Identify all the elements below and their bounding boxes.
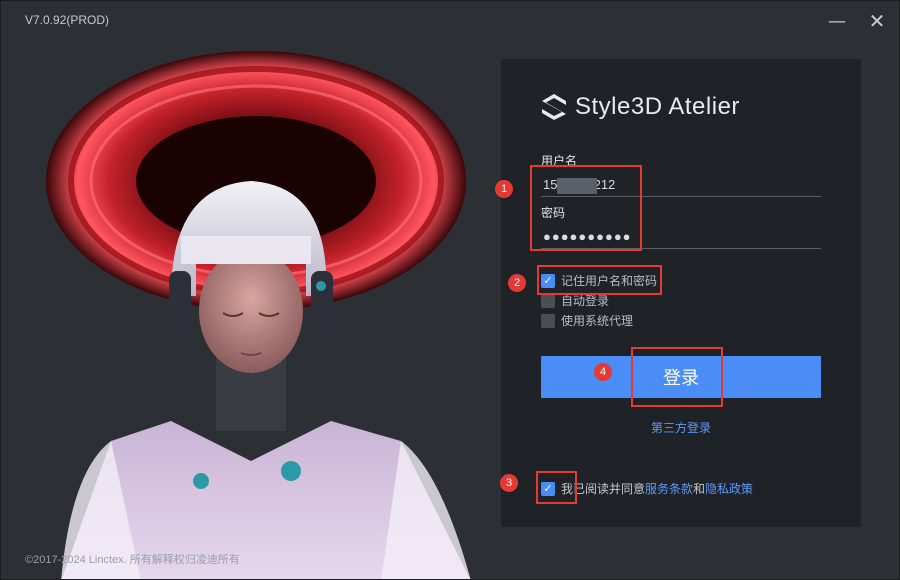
- login-window: V7.0.92(PROD) — ✕ ©2017-2024 Linctex. 所有…: [0, 0, 900, 580]
- agreement-prefix: 我已阅读并同意: [561, 482, 646, 496]
- style3d-logo-icon: [542, 94, 566, 120]
- version-label: V7.0.92(PROD): [25, 13, 110, 27]
- proxy-label: 使用系统代理: [561, 314, 634, 328]
- username-label: 用户名: [541, 154, 578, 168]
- remember-checkbox[interactable]: ✓ 记住用户名和密码: [541, 272, 657, 289]
- copyright-text: ©2017-2024 Linctex. 所有解释权归凌迪所有: [25, 554, 240, 566]
- agreement-row: ✓ 我已阅读并同意 服务条款 和 隐私政策: [541, 480, 753, 497]
- privacy-link[interactable]: 隐私政策: [705, 480, 753, 497]
- agreement-checkbox[interactable]: ✓: [541, 481, 555, 496]
- proxy-checkbox[interactable]: 使用系统代理: [541, 312, 633, 329]
- annotation-badge-3: 3: [500, 474, 518, 492]
- password-input[interactable]: [541, 225, 821, 249]
- annotation-badge-4: 4: [594, 363, 612, 381]
- auto-login-label: 自动登录: [561, 294, 610, 308]
- third-party-login-link[interactable]: 第三方登录: [651, 419, 711, 436]
- brand-name: Style3D Atelier: [575, 93, 740, 120]
- remember-label: 记住用户名和密码: [561, 274, 658, 288]
- title-bar: V7.0.92(PROD) — ✕: [1, 1, 899, 41]
- username-redaction: [557, 178, 597, 194]
- brand: Style3D Atelier: [541, 93, 740, 121]
- agreement-and: 和: [693, 482, 706, 496]
- login-panel: Style3D Atelier 用户名 密码 ✓ 记住用户名和密码 自动登录 使…: [501, 59, 861, 527]
- checkbox-checked-icon: ✓: [541, 273, 555, 288]
- password-label: 密码: [541, 206, 566, 220]
- login-button[interactable]: 登录: [541, 356, 821, 398]
- minimize-icon: —: [828, 10, 846, 32]
- minimize-button[interactable]: —: [823, 9, 851, 33]
- close-button[interactable]: ✕: [863, 9, 891, 33]
- checkbox-unchecked-icon: [541, 293, 555, 308]
- terms-link[interactable]: 服务条款: [645, 480, 693, 497]
- annotation-badge-2: 2: [508, 274, 526, 292]
- hero-artwork: [1, 41, 501, 579]
- close-icon: ✕: [868, 9, 886, 33]
- annotation-badge-1: 1: [495, 180, 513, 198]
- hero-illustration: [1, 41, 501, 579]
- checkbox-unchecked-icon: [541, 313, 555, 328]
- auto-login-checkbox[interactable]: 自动登录: [541, 292, 609, 309]
